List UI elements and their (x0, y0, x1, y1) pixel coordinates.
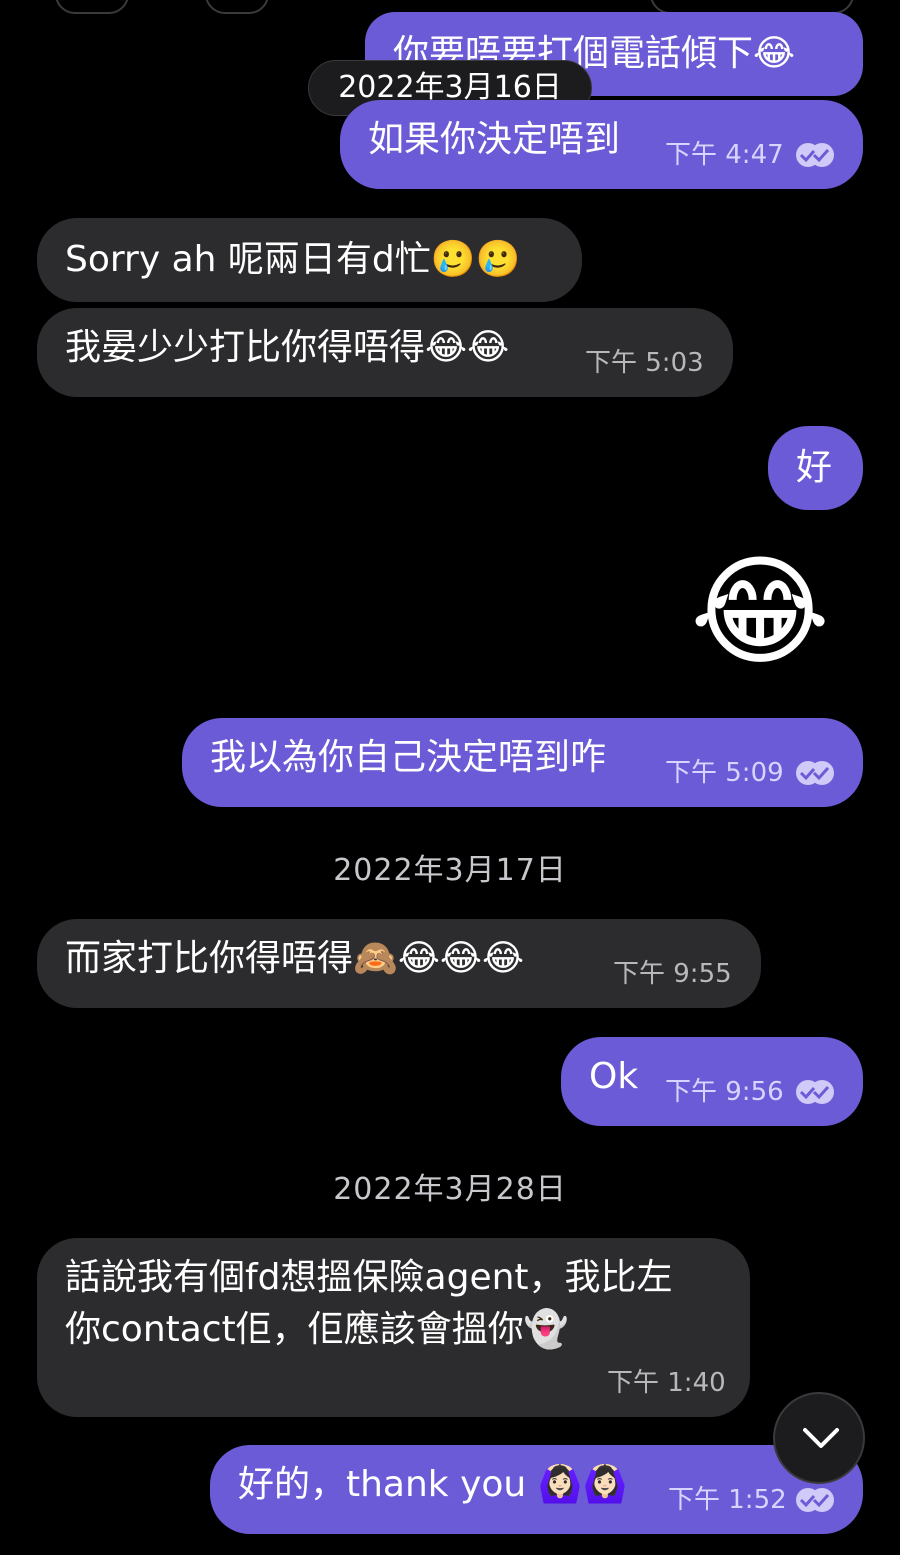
message-timestamp: 下午 1:52 (668, 1485, 787, 1515)
message-bubble-incoming[interactable]: Sorry ah 呢兩日有d忙🥲🥲 (37, 218, 582, 302)
double-check-icon (796, 143, 834, 167)
message-timestamp: 下午 9:56 (665, 1077, 784, 1107)
message-bubble-incoming[interactable]: 話說我有個fd想搵保險agent，我比左 你contact佢，佢應該會搵你👻 下… (37, 1238, 750, 1417)
message-bubble-incoming[interactable]: 而家打比你得唔得🙈😂😂😂 下午 9:55 (37, 919, 761, 1008)
message-bubble-outgoing[interactable]: Ok 下午 9:56 (561, 1037, 863, 1126)
message-text-line2: 你contact佢，佢應該會搵你👻 (65, 1309, 569, 1350)
message-timestamp: 下午 1:40 (607, 1368, 726, 1398)
message-timestamp: 下午 5:03 (585, 348, 704, 378)
message-text: 我晏少少打比你得唔得😂😂 (65, 327, 510, 368)
emoji-message[interactable]: 😂 (690, 548, 830, 678)
top-partial-element (205, 0, 269, 14)
date-separator: 2022年3月17日 (333, 853, 567, 888)
message-text: Sorry ah 呢兩日有d忙🥲🥲 (65, 239, 521, 280)
message-timestamp: 下午 5:09 (665, 758, 784, 788)
message-bubble-outgoing[interactable]: 好的，thank you 🙆🏻‍♀️🙆🏻‍♀️ 下午 1:52 (210, 1445, 863, 1534)
message-text: Ok (589, 1056, 639, 1097)
message-timestamp: 下午 9:55 (613, 959, 732, 989)
message-timestamp: 下午 4:47 (665, 140, 784, 170)
message-text: 我以為你自己決定唔到咋 (210, 737, 607, 778)
message-text: 好 (796, 447, 833, 488)
double-check-icon (796, 761, 834, 785)
message-text: 而家打比你得唔得🙈😂😂😂 (65, 938, 525, 979)
message-bubble-outgoing[interactable]: 我以為你自己決定唔到咋 下午 5:09 (182, 718, 863, 807)
message-bubble-incoming[interactable]: 我晏少少打比你得唔得😂😂 下午 5:03 (37, 308, 733, 397)
message-bubble-outgoing[interactable]: 好 (768, 426, 863, 510)
scroll-to-bottom-button[interactable] (773, 1392, 865, 1484)
double-check-icon (796, 1488, 834, 1512)
double-check-icon (796, 1080, 834, 1104)
message-text: 好的，thank you 🙆🏻‍♀️🙆🏻‍♀️ (238, 1464, 628, 1505)
message-bubble-outgoing[interactable]: 如果你決定唔到 下午 4:47 (340, 100, 863, 189)
chevron-down-icon (803, 1428, 839, 1448)
message-text: 如果你決定唔到 (368, 119, 621, 160)
message-text-line1: 話說我有個fd想搵保險agent，我比左 (65, 1257, 673, 1298)
date-separator: 2022年3月28日 (333, 1172, 567, 1207)
top-partial-element (55, 0, 129, 14)
